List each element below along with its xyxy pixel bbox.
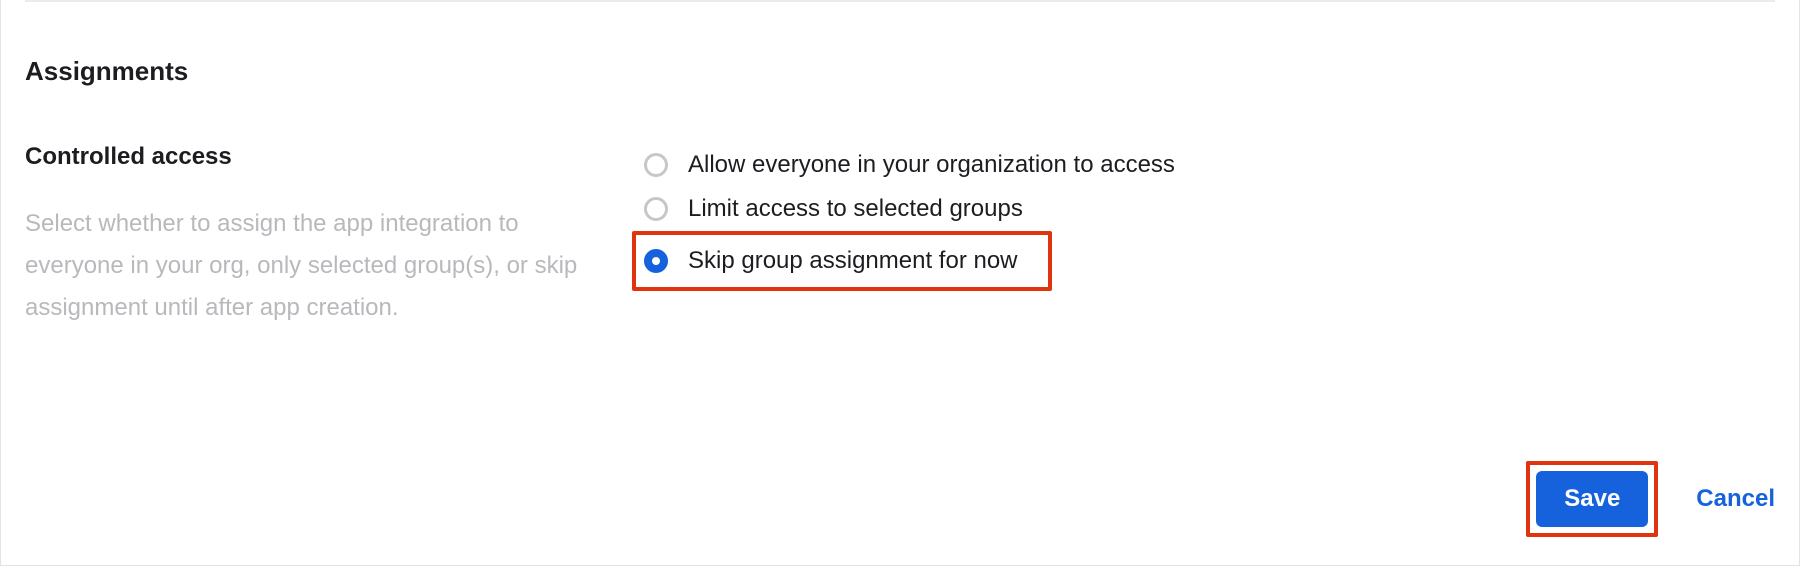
radio-icon	[644, 153, 668, 177]
right-column: Allow everyone in your organization to a…	[616, 143, 1799, 291]
radio-icon	[644, 197, 668, 221]
left-column: Controlled access Select whether to assi…	[1, 143, 616, 329]
radio-option-allow-everyone[interactable]: Allow everyone in your organization to a…	[632, 143, 1799, 187]
access-radio-group: Allow everyone in your organization to a…	[632, 143, 1799, 291]
radio-option-limit-groups[interactable]: Limit access to selected groups	[632, 187, 1799, 231]
controlled-access-heading: Controlled access	[25, 143, 596, 171]
highlight-box-skip: Skip group assignment for now	[632, 231, 1052, 291]
radio-icon	[644, 249, 668, 273]
radio-option-skip[interactable]: Skip group assignment for now	[644, 239, 1040, 283]
controlled-access-description: Select whether to assign the app integra…	[25, 203, 596, 329]
divider	[25, 0, 1775, 2]
save-button[interactable]: Save	[1536, 471, 1648, 527]
radio-label: Limit access to selected groups	[688, 195, 1023, 223]
highlight-box-save: Save	[1526, 461, 1658, 537]
footer-actions: Save Cancel	[1526, 461, 1775, 537]
radio-label: Skip group assignment for now	[688, 247, 1018, 275]
cancel-button[interactable]: Cancel	[1696, 485, 1775, 513]
radio-label: Allow everyone in your organization to a…	[688, 151, 1175, 179]
assignments-panel: Assignments Controlled access Select whe…	[0, 0, 1800, 566]
section-title: Assignments	[25, 56, 1799, 87]
content-row: Controlled access Select whether to assi…	[1, 143, 1799, 329]
